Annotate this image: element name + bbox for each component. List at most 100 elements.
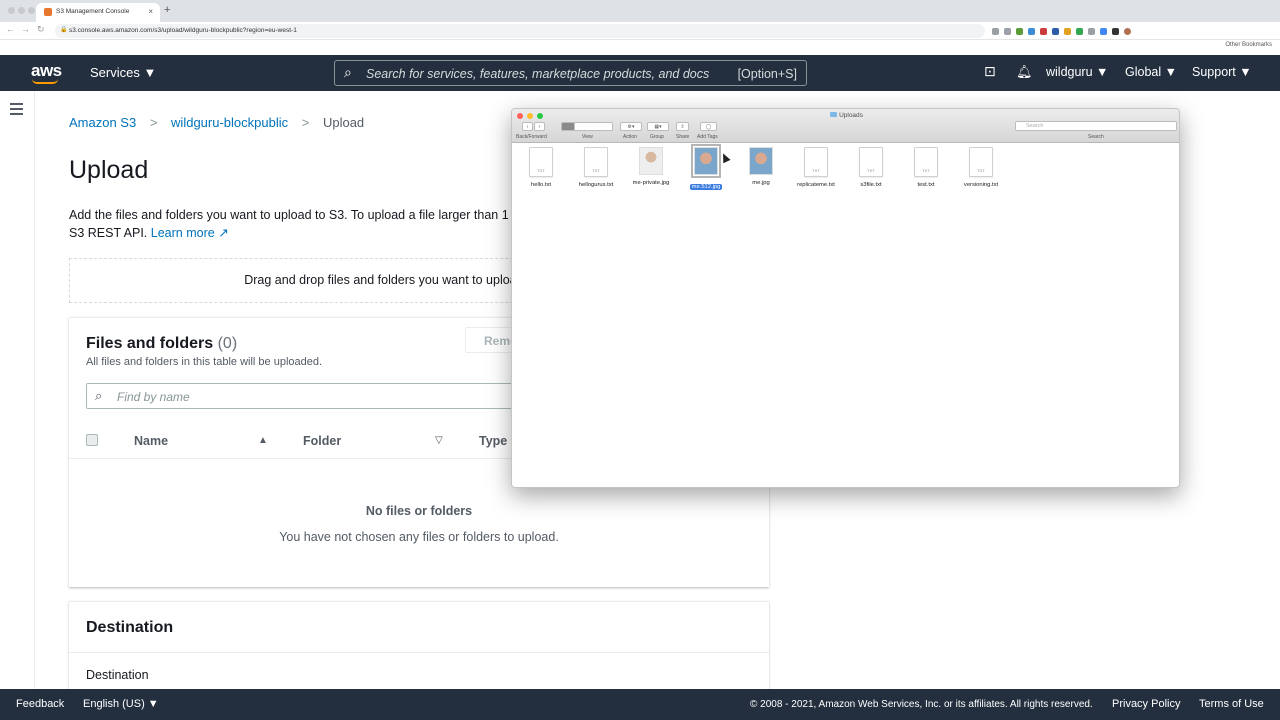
finder-search-input[interactable]: Search [1015,121,1177,131]
console-search-input[interactable]: ⌕ Search for services, features, marketp… [334,60,807,86]
learn-more-link[interactable]: Learn more ↗ [151,226,229,240]
services-menu-button[interactable]: Services ▼ [90,65,156,80]
sort-ascending-icon[interactable]: ▲ [258,435,268,446]
finder-file-item[interactable]: TXT hello.txt [516,147,566,188]
aws-smile-icon [32,79,58,84]
back-arrow-icon[interactable]: ← [6,24,15,34]
extension-icon[interactable] [1100,27,1107,35]
extension-icon[interactable] [1052,27,1059,35]
browser-tab[interactable]: S3 Management Console × [36,3,160,22]
extension-icon[interactable] [1016,27,1023,35]
console-search-placeholder: Search for services, features, marketpla… [366,67,710,81]
extension-icon[interactable] [1028,27,1035,35]
finder-file-name: me.jpg [752,180,770,186]
finder-back-button[interactable]: ‹ [522,122,533,131]
column-header-name[interactable]: Name [134,434,168,448]
finder-file-item[interactable]: TXT test.txt [901,147,951,188]
account-menu-button[interactable]: wildguru ▼ [1046,65,1108,79]
breadcrumb-amazon-s3[interactable]: Amazon S3 [69,115,136,130]
finder-share-button[interactable]: ⇧ [676,122,689,131]
upload-description-text: Add the files and folders you want to up… [69,208,509,222]
finder-action-button[interactable]: ⚙▾ [620,122,642,131]
breadcrumb-current: Upload [322,115,365,130]
files-panel-subtitle: All files and folders in this table will… [86,356,323,368]
finder-file-item[interactable]: TXT hellogurus.txt [571,147,621,188]
extension-icon[interactable] [1112,27,1119,35]
finder-file-item[interactable]: me.jpg [736,147,786,186]
destination-panel: Destination Destination [69,601,769,701]
text-file-icon: TXT [584,147,608,177]
support-menu-button[interactable]: Support ▼ [1192,65,1252,79]
search-shortcut-hint: [Option+S] [737,67,797,81]
star-icon[interactable] [1004,27,1011,35]
find-by-name-input[interactable]: ⌕ Find by name [86,383,526,409]
column-header-folder[interactable]: Folder [303,434,341,448]
destination-label: Destination [86,668,149,682]
forward-arrow-icon[interactable]: → [21,24,30,34]
toolbar-label: Search [1088,134,1104,140]
text-file-icon: TXT [969,147,993,177]
image-thumbnail-icon [639,147,663,175]
finder-file-item[interactable]: TXT s3file.txt [846,147,896,188]
language-selector[interactable]: English (US) ▼ [83,698,159,710]
window-zoom-dot[interactable] [28,7,35,14]
aws-top-nav: aws Services ▼ ⌕ Search for services, fe… [0,55,1280,91]
hamburger-menu-icon[interactable] [10,103,23,118]
terms-of-use-link[interactable]: Terms of Use [1199,698,1264,710]
extension-icon[interactable] [1076,27,1083,35]
extension-icon[interactable] [1064,27,1071,35]
address-bar[interactable]: 🔒 s3.console.aws.amazon.com/s3/upload/wi… [55,24,985,38]
finder-file-item[interactable]: TXT versioning.txt [956,147,1006,188]
other-bookmarks-link[interactable]: Other Bookmarks [1225,42,1272,48]
window-close-dot[interactable] [8,7,15,14]
tab-close-icon[interactable]: × [148,7,153,16]
finder-toolbar: Uploads ‹ › ⚙▾ ▦▾ ⇧ ◯ Back/Forward View … [512,109,1179,143]
finder-title: Uploads [512,112,1179,119]
aws-logo[interactable]: aws [31,61,62,81]
side-navigation-rail [0,91,35,689]
toolbar-label: Back/Forward [516,134,547,140]
bell-icon[interactable]: 🔔︎ [1016,64,1033,80]
cloudshell-icon[interactable]: ⊡ [984,63,996,80]
browser-tab-title: S3 Management Console [56,8,130,15]
profile-avatar-icon[interactable] [1124,27,1131,35]
finder-view-switcher[interactable] [561,122,613,131]
finder-file-item[interactable]: TXT replicateme.txt [791,147,841,188]
select-all-checkbox[interactable] [86,434,98,446]
finder-window[interactable]: Uploads ‹ › ⚙▾ ▦▾ ⇧ ◯ Back/Forward View … [511,108,1180,488]
extension-icon[interactable] [1088,27,1095,35]
external-link-icon: ↗ [218,226,229,240]
browser-tab-strip: S3 Management Console × + [0,0,1280,22]
destination-title: Destination [86,619,174,636]
privacy-policy-link[interactable]: Privacy Policy [1112,698,1180,710]
finder-tags-button[interactable]: ◯ [700,122,717,131]
window-minimize-dot[interactable] [18,7,25,14]
zoom-icon[interactable] [992,27,999,35]
feedback-link[interactable]: Feedback [16,698,64,710]
region-menu-button[interactable]: Global ▼ [1125,65,1177,79]
reload-icon[interactable]: ↻ [37,24,45,35]
finder-file-name: s3file.txt [860,182,882,188]
breadcrumb-separator: > [301,115,310,130]
extension-icon[interactable] [1040,27,1047,35]
breadcrumb-bucket[interactable]: wildguru-blockpublic [171,115,288,130]
sort-descending-icon[interactable]: ▽ [435,435,443,446]
image-thumbnail-icon [691,144,721,178]
lock-icon: 🔒 [60,27,68,33]
finder-file-item[interactable]: me-private.jpg [626,147,676,186]
empty-state-message: You have not chosen any files or folders… [279,530,559,544]
copyright-text: © 2008 - 2021, Amazon Web Services, Inc.… [750,699,1093,710]
finder-group-button[interactable]: ▦▾ [647,122,669,131]
breadcrumb: Amazon S3 > wildguru-blockpublic > Uploa… [69,115,364,130]
finder-file-name: me.512.jpg [689,184,723,190]
search-icon: ⌕ [95,388,103,403]
page-title: Upload [69,156,149,184]
new-tab-button[interactable]: + [164,4,170,16]
finder-file-name: hello.txt [531,182,551,188]
folder-icon [830,112,838,117]
column-header-type[interactable]: Type [479,434,507,448]
aws-favicon-icon [44,8,52,16]
finder-file-name: replicateme.txt [797,182,835,188]
toolbar-label: Group [650,134,664,140]
finder-forward-button[interactable]: › [534,122,545,131]
